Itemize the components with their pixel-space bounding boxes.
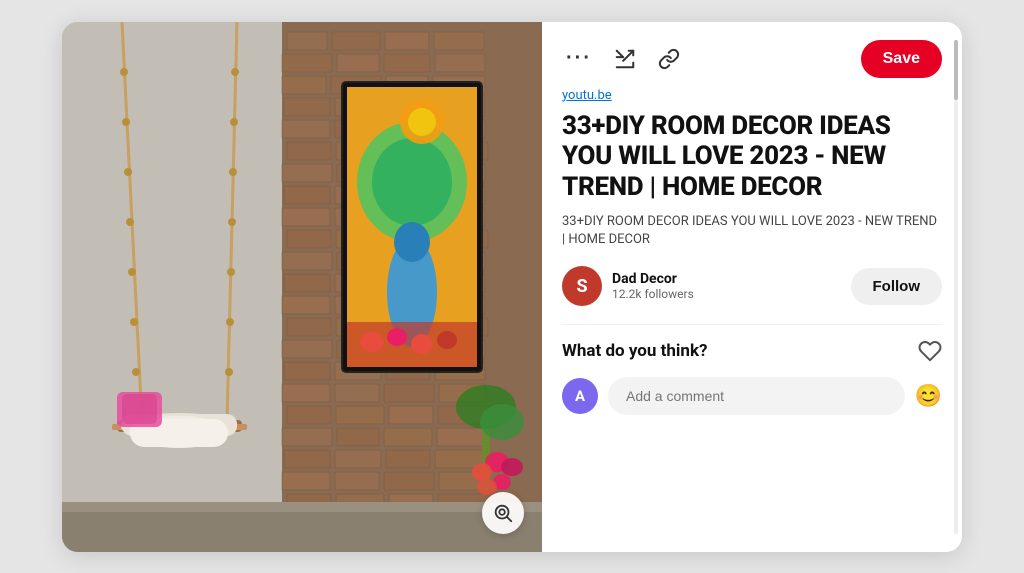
link-button[interactable] (654, 44, 684, 74)
top-actions-bar: ··· Sav (562, 40, 942, 78)
author-followers: 12.2k followers (612, 287, 694, 301)
heart-button[interactable] (918, 339, 942, 363)
pin-card: ··· Sav (62, 22, 962, 552)
heart-icon (918, 339, 942, 363)
add-comment-row: A 😊 (562, 377, 942, 415)
follow-button[interactable]: Follow (851, 268, 943, 305)
source-link[interactable]: youtu.be (562, 88, 942, 103)
what-do-you-think-label: What do you think? (562, 341, 707, 361)
author-row: S Dad Decor 12.2k followers Follow (562, 266, 942, 306)
author-name: Dad Decor (612, 271, 694, 287)
section-divider (562, 324, 942, 325)
pin-image-panel (62, 22, 542, 552)
pin-info-panel: ··· Sav (542, 22, 962, 552)
emoji-button[interactable]: 😊 (915, 383, 942, 409)
what-do-you-think-row: What do you think? (562, 339, 942, 363)
comment-input[interactable] (608, 377, 905, 415)
author-info-left: S Dad Decor 12.2k followers (562, 266, 694, 306)
pin-title: 33+DIY ROOM DECOR IDEAS YOU WILL LOVE 20… (562, 111, 942, 203)
author-avatar[interactable]: S (562, 266, 602, 306)
more-dots-icon: ··· (566, 47, 592, 70)
share-icon (614, 48, 636, 70)
scrollbar-track (954, 40, 958, 534)
top-actions-left: ··· (562, 43, 684, 74)
author-details: Dad Decor 12.2k followers (612, 271, 694, 301)
commenter-avatar: A (562, 378, 598, 414)
more-options-button[interactable]: ··· (562, 43, 596, 74)
share-button[interactable] (610, 44, 640, 74)
link-icon (658, 48, 680, 70)
scrollbar-thumb[interactable] (954, 40, 958, 100)
visual-search-button[interactable] (482, 492, 524, 534)
pin-description: 33+DIY ROOM DECOR IDEAS YOU WILL LOVE 20… (562, 213, 942, 251)
save-button[interactable]: Save (861, 40, 942, 78)
